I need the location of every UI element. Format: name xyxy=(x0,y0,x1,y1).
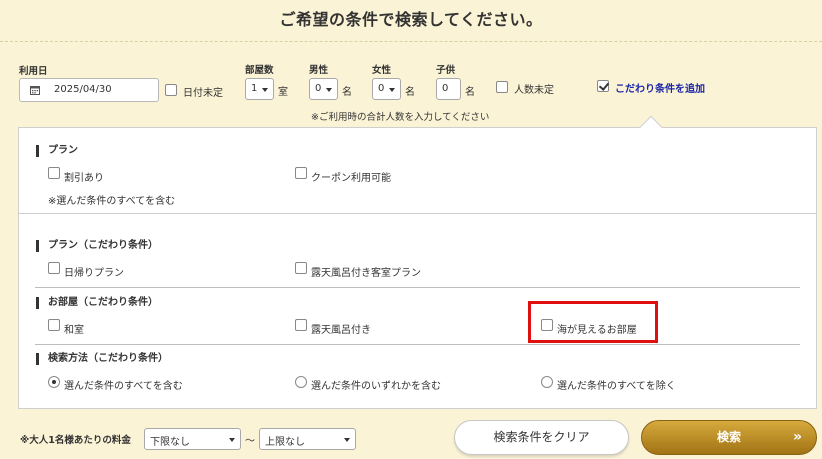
open-bath-room-checkbox[interactable] xyxy=(295,319,307,331)
method-any-label: 選んだ条件のいずれかを含む xyxy=(311,381,441,392)
male-value: 0 xyxy=(315,83,322,94)
date-undecided-label: 日付未定 xyxy=(183,88,223,99)
female-label: 女性 xyxy=(372,65,392,76)
clear-conditions-button[interactable]: 検索条件をクリア xyxy=(454,420,629,455)
male-unit: 名 xyxy=(342,87,352,98)
dropdown-arrow-icon xyxy=(229,438,235,442)
highlight-box xyxy=(528,301,658,343)
people-undecided-label: 人数未定 xyxy=(514,85,554,96)
rooms-unit: 室 xyxy=(278,87,288,98)
max-price-select[interactable]: 上限なし xyxy=(259,428,356,450)
date-label: 利用日 xyxy=(19,66,48,77)
male-label: 男性 xyxy=(309,65,329,76)
child-value: 0 xyxy=(442,83,449,94)
page-title: ご希望の条件で検索してください。 xyxy=(279,10,543,29)
dropdown-arrow-icon xyxy=(344,438,350,442)
search-button[interactable]: 検索 » xyxy=(641,420,817,455)
method-any-radio[interactable] xyxy=(295,376,307,388)
dropdown-arrow-icon xyxy=(262,88,268,92)
open-bath-plan-label: 露天風呂付き客室プラン xyxy=(311,268,421,279)
price-label: ※大人1名様あたりの料金 xyxy=(20,435,131,446)
people-undecided-checkbox[interactable] xyxy=(496,81,508,93)
room-special-heading: お部屋（こだわり条件） xyxy=(36,297,158,309)
child-unit: 名 xyxy=(465,87,475,98)
people-note: ※ご利用時の合計人数を入力してください xyxy=(311,112,490,123)
female-unit: 名 xyxy=(405,87,415,98)
plan-special-heading: プラン（こだわり条件） xyxy=(36,240,158,252)
child-input[interactable]: 0 xyxy=(436,78,461,100)
dayuse-plan-label: 日帰りプラン xyxy=(64,268,124,279)
min-price-select[interactable]: 下限なし xyxy=(144,428,241,450)
child-label: 子供 xyxy=(436,65,456,76)
add-conditions-link[interactable]: こだわり条件を追加 xyxy=(615,80,705,95)
page-header: ご希望の条件で検索してください。 xyxy=(0,0,822,42)
male-select[interactable]: 0 xyxy=(309,78,338,100)
section-divider xyxy=(35,344,800,345)
search-method-heading: 検索方法（こだわり条件） xyxy=(36,353,168,365)
date-undecided-checkbox[interactable] xyxy=(165,84,177,96)
search-button-label: 検索 xyxy=(716,430,741,444)
date-input[interactable]: 2025/04/30 xyxy=(19,78,159,102)
plan-heading: プラン xyxy=(36,145,78,157)
female-select[interactable]: 0 xyxy=(372,78,401,100)
rooms-value: 1 xyxy=(251,83,258,94)
plan-discount-checkbox[interactable] xyxy=(48,167,60,179)
date-value: 2025/04/30 xyxy=(54,84,112,95)
plan-coupon-checkbox[interactable] xyxy=(295,167,307,179)
female-value: 0 xyxy=(378,83,385,94)
open-bath-room-label: 露天風呂付き xyxy=(311,325,371,336)
calendar-icon xyxy=(30,86,40,95)
max-price-value: 上限なし xyxy=(265,437,305,448)
min-price-value: 下限なし xyxy=(150,437,190,448)
section-divider xyxy=(19,213,816,214)
dropdown-arrow-icon xyxy=(326,88,332,92)
method-exclude-label: 選んだ条件のすべてを除く xyxy=(557,381,676,392)
method-all-radio[interactable] xyxy=(48,376,60,388)
section-divider xyxy=(35,287,800,288)
plan-discount-label: 割引あり xyxy=(64,173,104,184)
rooms-select[interactable]: 1 xyxy=(245,78,274,100)
dayuse-plan-checkbox[interactable] xyxy=(48,262,60,274)
plan-coupon-label: クーポン利用可能 xyxy=(311,173,391,184)
dropdown-arrow-icon xyxy=(389,88,395,92)
price-tilde: ～ xyxy=(245,436,255,447)
add-conditions-checkbox[interactable] xyxy=(597,80,609,92)
double-chevron-right-icon: » xyxy=(792,429,802,445)
method-exclude-radio[interactable] xyxy=(541,376,553,388)
japanese-room-label: 和室 xyxy=(64,325,84,336)
open-bath-plan-checkbox[interactable] xyxy=(295,262,307,274)
rooms-label: 部屋数 xyxy=(245,65,274,76)
plan-note: ※選んだ条件のすべてを含む xyxy=(48,196,176,207)
japanese-room-checkbox[interactable] xyxy=(48,319,60,331)
method-all-label: 選んだ条件のすべてを含む xyxy=(64,381,183,392)
